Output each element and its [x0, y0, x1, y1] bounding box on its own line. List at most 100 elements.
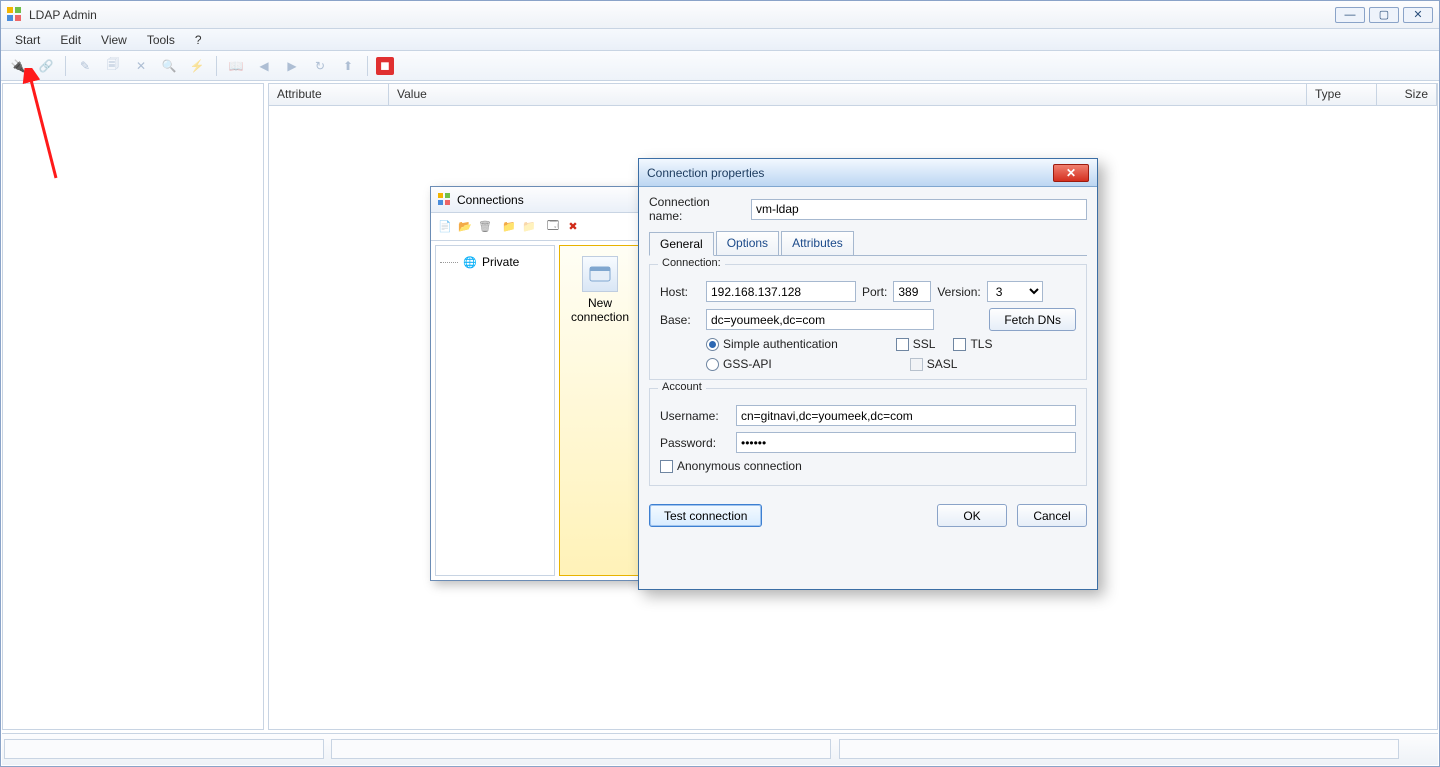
toolbar-back-icon[interactable]: ◀ — [253, 55, 275, 77]
conn-tb-folder2-icon[interactable]: 📁 — [521, 219, 537, 235]
column-size[interactable]: Size — [1377, 84, 1437, 105]
toolbar-export-icon[interactable]: ⬆ — [337, 55, 359, 77]
conn-tb-new-icon[interactable]: 📄 — [437, 219, 453, 235]
maximize-button[interactable]: ▢ — [1369, 7, 1399, 23]
toolbar-delete-icon[interactable]: ✕ — [130, 55, 152, 77]
radio-simple-auth[interactable]: Simple authentication — [706, 337, 838, 351]
radio-gss-api-label: GSS-API — [723, 357, 772, 371]
checkbox-icon — [660, 460, 673, 473]
radio-icon — [706, 358, 719, 371]
connections-titlebar: Connections — [431, 187, 645, 213]
tree-connector-icon — [440, 262, 458, 263]
toolbar-search-icon[interactable]: 🔍 — [158, 55, 180, 77]
checkbox-tls-label: TLS — [970, 337, 992, 351]
fetch-dns-button[interactable]: Fetch DNs — [989, 308, 1076, 331]
toolbar-copy-icon[interactable]: 🗐 — [102, 55, 124, 77]
main-toolbar: 🔌 🔗 ✎ 🗐 ✕ 🔍 ⚡ 📖 ◀ ▶ ↻ ⬆ ◼ — [1, 51, 1439, 81]
checkbox-ssl[interactable]: SSL — [896, 337, 936, 351]
connections-title: Connections — [457, 193, 524, 207]
main-titlebar: LDAP Admin — ▢ ✕ — [1, 1, 1439, 29]
conn-tb-folder-icon[interactable]: 📁 — [501, 219, 517, 235]
status-segment-3 — [839, 739, 1399, 759]
menu-view[interactable]: View — [93, 31, 135, 49]
host-label: Host: — [660, 285, 700, 299]
checkbox-sasl-label: SASL — [927, 357, 958, 371]
connections-tree[interactable]: 🌐 Private — [435, 245, 555, 576]
connections-listview[interactable]: New connection — [559, 245, 641, 576]
conn-tb-props-icon[interactable]: 🗔 — [545, 219, 561, 235]
list-header: Attribute Value Type Size — [269, 84, 1437, 106]
password-input[interactable] — [736, 432, 1076, 453]
toolbar-forward-icon[interactable]: ▶ — [281, 55, 303, 77]
separator — [367, 56, 368, 76]
version-label: Version: — [937, 285, 980, 299]
username-label: Username: — [660, 409, 730, 423]
password-label: Password: — [660, 436, 730, 450]
tree-pane[interactable] — [2, 83, 264, 730]
tree-item-label: Private — [482, 255, 519, 269]
ok-button[interactable]: OK — [937, 504, 1007, 527]
version-select[interactable]: 3 — [987, 281, 1043, 302]
menu-start[interactable]: Start — [7, 31, 48, 49]
new-connection-label1: New — [566, 296, 634, 310]
private-store-icon: 🌐 — [462, 254, 478, 270]
group-account: Account Username: Password: Anonymous co… — [649, 388, 1087, 486]
base-input[interactable] — [706, 309, 934, 330]
menu-help[interactable]: ? — [187, 31, 210, 49]
tab-attributes[interactable]: Attributes — [781, 231, 854, 255]
radio-icon — [706, 338, 719, 351]
column-attribute[interactable]: Attribute — [269, 84, 389, 105]
checkbox-sasl: SASL — [910, 357, 958, 371]
checkbox-icon — [910, 358, 923, 371]
conn-name-input[interactable] — [751, 199, 1087, 220]
conn-tb-remove-icon[interactable]: ✖ — [565, 219, 581, 235]
checkbox-anonymous-label: Anonymous connection — [677, 459, 802, 473]
port-label: Port: — [862, 285, 887, 299]
column-type[interactable]: Type — [1307, 84, 1377, 105]
toolbar-refresh-icon[interactable]: ↻ — [309, 55, 331, 77]
status-segment-1 — [4, 739, 324, 759]
toolbar-bolt-icon[interactable]: ⚡ — [186, 55, 208, 77]
checkbox-ssl-label: SSL — [913, 337, 936, 351]
props-titlebar: Connection properties ✕ — [639, 159, 1097, 187]
toolbar-edit-icon[interactable]: ✎ — [74, 55, 96, 77]
checkbox-anonymous[interactable]: Anonymous connection — [660, 459, 802, 473]
conn-tb-open-icon[interactable]: 📂 — [457, 219, 473, 235]
username-input[interactable] — [736, 405, 1076, 426]
separator — [216, 56, 217, 76]
toolbar-stop-icon[interactable]: ◼ — [376, 57, 394, 75]
app-icon — [7, 7, 23, 23]
host-input[interactable] — [706, 281, 856, 302]
app-title: LDAP Admin — [29, 8, 97, 22]
new-connection-item[interactable]: New connection — [566, 256, 634, 324]
group-connection: Connection: Host: Port: Version: 3 Base:… — [649, 264, 1087, 380]
conn-tb-delete-icon[interactable]: 🗑 — [477, 219, 493, 235]
checkbox-icon — [896, 338, 909, 351]
connections-dialog: Connections 📄 📂 🗑 📁 📁 🗔 ✖ 🌐 Private New — [430, 186, 646, 581]
conn-name-row: Connection name: — [649, 195, 1087, 223]
group-account-legend: Account — [658, 381, 706, 393]
cancel-button[interactable]: Cancel — [1017, 504, 1087, 527]
test-connection-button[interactable]: Test connection — [649, 504, 762, 527]
toolbar-disconnect-icon[interactable]: 🔗 — [35, 55, 57, 77]
status-segment-2 — [331, 739, 831, 759]
radio-gss-api[interactable]: GSS-API — [706, 357, 772, 371]
column-value[interactable]: Value — [389, 84, 1307, 105]
checkbox-icon — [953, 338, 966, 351]
checkbox-tls[interactable]: TLS — [953, 337, 992, 351]
new-connection-label2: connection — [566, 310, 634, 324]
menu-edit[interactable]: Edit — [52, 31, 89, 49]
props-close-button[interactable]: ✕ — [1053, 164, 1089, 182]
tree-item-private[interactable]: 🌐 Private — [440, 252, 550, 272]
minimize-button[interactable]: — — [1335, 7, 1365, 23]
toolbar-book-icon[interactable]: 📖 — [225, 55, 247, 77]
connection-properties-dialog: Connection properties ✕ Connection name:… — [638, 158, 1098, 590]
group-connection-legend: Connection: — [658, 257, 725, 269]
tab-options[interactable]: Options — [716, 231, 779, 255]
menu-tools[interactable]: Tools — [139, 31, 183, 49]
tab-general[interactable]: General — [649, 232, 714, 256]
close-button[interactable]: ✕ — [1403, 7, 1433, 23]
port-input[interactable] — [893, 281, 931, 302]
toolbar-connect-icon[interactable]: 🔌 — [7, 55, 29, 77]
new-connection-icon — [582, 256, 618, 292]
